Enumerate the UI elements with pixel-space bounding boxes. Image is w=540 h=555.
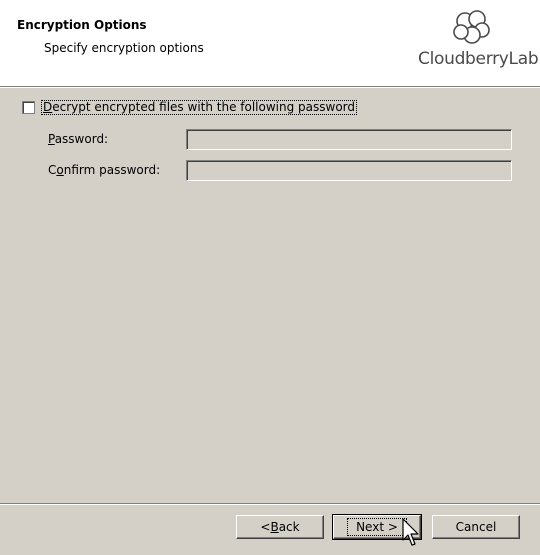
- cloudberry-logo: CloudberryLab: [414, 10, 539, 74]
- bottom-separator: [0, 503, 540, 505]
- decrypt-checkbox-label[interactable]: Decrypt encrypted files with the followi…: [41, 99, 358, 115]
- wizard-header: Encryption Options Specify encryption op…: [0, 0, 540, 87]
- password-field[interactable]: [186, 129, 512, 150]
- back-button[interactable]: < Back: [236, 515, 324, 539]
- decrypt-accel: D: [43, 99, 53, 114]
- password-label: Password:: [48, 132, 108, 146]
- confirm-password-field[interactable]: [186, 160, 512, 181]
- page-title: Encryption Options: [17, 18, 147, 32]
- confirm-accel: o: [56, 163, 64, 177]
- confirm-label-text: nfirm password:: [63, 163, 161, 177]
- logo-text: CloudberryLab: [418, 49, 539, 69]
- back-text: ack: [278, 520, 300, 534]
- decrypt-checkbox[interactable]: [22, 100, 35, 114]
- password-accel: P: [48, 132, 55, 146]
- cancel-label: Cancel: [455, 520, 497, 534]
- next-label: Next >: [347, 518, 407, 536]
- decrypt-checkbox-row[interactable]: Decrypt encrypted files with the followi…: [22, 99, 358, 115]
- back-prefix: <: [260, 520, 271, 534]
- cloud-icon: [453, 10, 490, 44]
- back-accel: B: [270, 520, 279, 534]
- password-label-text: assword:: [54, 132, 109, 146]
- page-subtitle: Specify encryption options: [44, 41, 204, 55]
- cancel-button[interactable]: Cancel: [432, 515, 520, 539]
- decrypt-label-text: ecrypt encrypted files with the followin…: [52, 99, 356, 114]
- mouse-pointer-icon: [402, 518, 419, 546]
- confirm-password-label: Confirm password:: [48, 163, 160, 177]
